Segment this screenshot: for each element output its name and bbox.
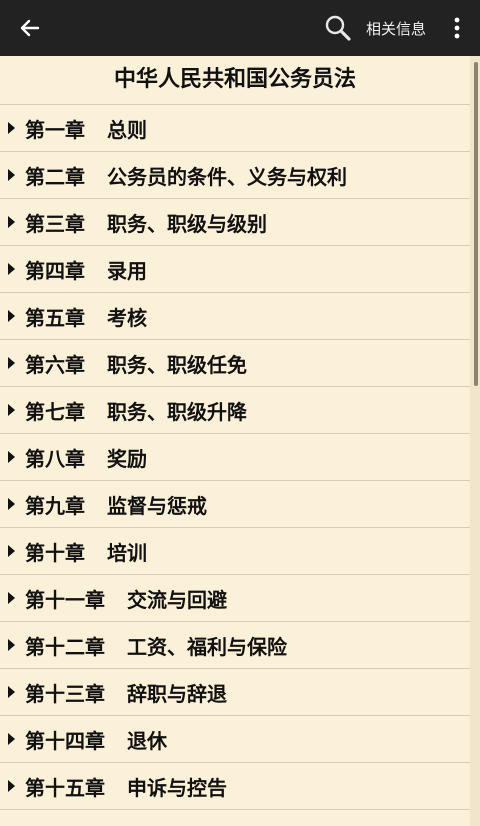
chapter-name: 职务、职级与级别 (107, 211, 267, 236)
chapter-number: 第十三章 (25, 681, 105, 706)
expand-arrow-icon (8, 169, 15, 181)
expand-arrow-icon (8, 545, 15, 557)
chapter-name: 录用 (107, 258, 147, 283)
more-options-button[interactable] (440, 8, 474, 48)
expand-arrow-icon (8, 404, 15, 416)
chapter-item[interactable]: 第三章 职务、职级与级别 (0, 199, 470, 246)
chapter-name: 总则 (107, 117, 147, 142)
chapter-number: 第十四章 (25, 728, 105, 753)
expand-arrow-icon (8, 451, 15, 463)
chapter-name: 工资、福利与保险 (127, 634, 287, 659)
more-vertical-icon (454, 17, 460, 39)
chapter-number: 第九章 (25, 493, 85, 518)
expand-arrow-icon (8, 122, 15, 134)
chapter-list[interactable]: 中华人民共和国公务员法 第一章 总则 第二章 公务员的条件、义务与权利 第三章 … (0, 56, 470, 826)
chapter-number: 第四章 (25, 258, 85, 283)
expand-arrow-icon (8, 216, 15, 228)
chapter-number: 第十五章 (25, 775, 105, 800)
chapter-item[interactable]: 第十五章 申诉与控告 (0, 763, 470, 810)
scrollbar-thumb[interactable] (474, 62, 478, 386)
chapter-name: 退休 (127, 728, 167, 753)
chapter-number: 第三章 (25, 211, 85, 236)
chapter-number: 第一章 (25, 117, 85, 142)
chapter-item[interactable]: 第七章 职务、职级升降 (0, 387, 470, 434)
search-button[interactable] (318, 8, 358, 48)
chapter-number: 第七章 (25, 399, 85, 424)
chapter-number: 第十章 (25, 540, 85, 565)
expand-arrow-icon (8, 263, 15, 275)
related-info-button[interactable]: 相关信息 (362, 8, 430, 48)
chapter-name: 考核 (107, 305, 147, 330)
chapter-item[interactable]: 第十三章 辞职与辞退 (0, 669, 470, 716)
app-toolbar: 相关信息 (0, 0, 480, 56)
expand-arrow-icon (8, 733, 15, 745)
chapter-item[interactable]: 第十章 培训 (0, 528, 470, 575)
chapter-item[interactable]: 第四章 录用 (0, 246, 470, 293)
expand-arrow-icon (8, 357, 15, 369)
chapter-item[interactable]: 第十一章 交流与回避 (0, 575, 470, 622)
chapter-name: 职务、职级升降 (107, 399, 247, 424)
back-button[interactable] (10, 8, 50, 48)
chapter-name: 申诉与控告 (127, 775, 227, 800)
expand-arrow-icon (8, 780, 15, 792)
chapter-item[interactable]: 第九章 监督与惩戒 (0, 481, 470, 528)
chapter-name: 交流与回避 (127, 587, 227, 612)
chapter-item[interactable]: 第十二章 工资、福利与保险 (0, 622, 470, 669)
chapter-name: 监督与惩戒 (107, 493, 207, 518)
expand-arrow-icon (8, 686, 15, 698)
chapter-item[interactable]: 第一章 总则 (0, 105, 470, 152)
search-icon (325, 15, 351, 41)
chapter-number: 第五章 (25, 305, 85, 330)
arrow-left-icon (20, 19, 40, 37)
chapter-item[interactable]: 第五章 考核 (0, 293, 470, 340)
chapter-name: 培训 (107, 540, 147, 565)
expand-arrow-icon (8, 592, 15, 604)
chapter-name: 公务员的条件、义务与权利 (107, 164, 347, 189)
chapter-number: 第六章 (25, 352, 85, 377)
chapter-number: 第十一章 (25, 587, 105, 612)
expand-arrow-icon (8, 639, 15, 651)
chapter-name: 奖励 (107, 446, 147, 471)
expand-arrow-icon (8, 310, 15, 322)
chapter-name: 职务、职级任免 (107, 352, 247, 377)
chapter-item[interactable]: 第二章 公务员的条件、义务与权利 (0, 152, 470, 199)
expand-arrow-icon (8, 498, 15, 510)
chapter-item[interactable]: 第六章 职务、职级任免 (0, 340, 470, 387)
chapter-number: 第二章 (25, 164, 85, 189)
document-title: 中华人民共和国公务员法 (0, 56, 470, 105)
chapter-number: 第八章 (25, 446, 85, 471)
chapter-name: 辞职与辞退 (127, 681, 227, 706)
chapter-item[interactable]: 第十四章 退休 (0, 716, 470, 763)
chapter-number: 第十二章 (25, 634, 105, 659)
chapter-container: 第一章 总则 第二章 公务员的条件、义务与权利 第三章 职务、职级与级别 第四章… (0, 105, 470, 810)
chapter-item[interactable]: 第八章 奖励 (0, 434, 470, 481)
